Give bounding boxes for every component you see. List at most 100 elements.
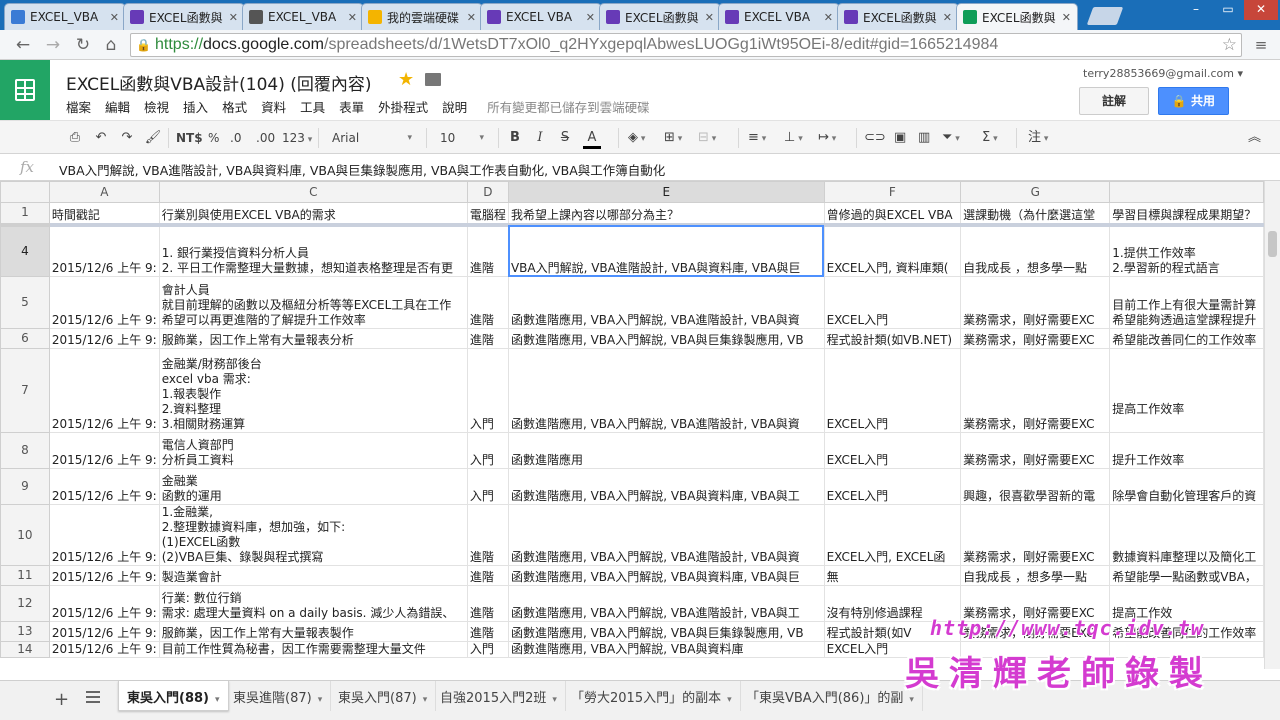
cell[interactable]: 2015/12/6 上午 9: — [48, 565, 160, 586]
browser-tab[interactable]: EXCEL函數與 ✕ — [956, 3, 1078, 30]
sheet-table[interactable]: A C D E F G 1 時間戳記 行業別與使用EXCEL VBA的需求 電腦程 我希… — [0, 181, 1264, 658]
row-number[interactable]: 11 — [0, 565, 50, 586]
cell[interactable]: 電腦程 — [466, 202, 509, 227]
cell[interactable]: 興趣，很喜歡學習新的電 — [960, 468, 1111, 505]
sheet-tab[interactable]: 東吳入門(88) ▾ — [118, 681, 229, 711]
cell[interactable]: 程式設計類(如VB.NET) — [823, 328, 962, 349]
cell[interactable]: 業務需求，剛好需要EXC — [960, 504, 1111, 566]
row-number[interactable]: 13 — [0, 621, 50, 642]
row-number[interactable]: 6 — [0, 328, 50, 349]
sheet-tab-menu-icon[interactable]: ▾ — [552, 695, 557, 705]
font-family-dropdown[interactable]: Arial ▾ — [332, 129, 416, 147]
cell[interactable]: 2015/12/6 上午 9: — [48, 641, 160, 658]
strikethrough-button[interactable]: S — [558, 129, 572, 147]
close-tab-icon[interactable]: ✕ — [586, 11, 595, 24]
cell[interactable]: 行業別與使用EXCEL VBA的需求 — [158, 202, 468, 227]
cell[interactable]: 入門 — [466, 432, 509, 469]
row-number[interactable]: 4 — [0, 224, 50, 277]
column-header-d[interactable]: D — [466, 181, 509, 203]
close-tab-icon[interactable]: ✕ — [824, 11, 833, 24]
table-row[interactable]: 7 2015/12/6 上午 9: 金融業/財務部後台 excel vba 需求: … — [0, 348, 1264, 433]
cell[interactable]: 電信人資部門 分析員工資料 — [158, 432, 468, 469]
browser-tab[interactable]: EXCEL_VBA ✕ — [242, 3, 364, 30]
close-window-icon[interactable]: ✕ — [1244, 0, 1278, 20]
browser-tab[interactable]: EXCEL函數與 ✕ — [837, 3, 959, 30]
table-row[interactable]: 9 2015/12/6 上午 9: 金融業 函數的運用 入門 函數進階應用, VBA入門… — [0, 468, 1264, 505]
column-header-e[interactable]: E — [507, 181, 825, 203]
cell[interactable]: 服飾業，因工作上常有大量報表分析 — [158, 328, 468, 349]
cell[interactable]: 2015/12/6 上午 9: — [48, 468, 160, 505]
cell[interactable]: 函數進階應用, VBA入門解說, VBA與資料庫 — [507, 641, 825, 658]
cell[interactable]: 進階 — [466, 224, 509, 277]
cell[interactable]: 1. 銀行業授信資料分析人員 2. 平日工作需整理大量數據，想知道表格整理是否有… — [158, 224, 468, 277]
filter-icon[interactable]: ⏷ — [942, 129, 960, 147]
close-tab-icon[interactable]: ✕ — [1062, 11, 1071, 24]
table-row[interactable]: 4 2015/12/6 上午 9: 1. 銀行業授信資料分析人員 2. 平日工作需整… — [0, 224, 1264, 277]
currency-format-button[interactable]: NT$ — [176, 129, 203, 147]
align-vertical-icon[interactable]: ⊥ — [784, 129, 803, 147]
menu-tools[interactable]: 工具 — [300, 97, 325, 116]
cell[interactable]: 2015/12/6 上午 9: — [48, 276, 160, 329]
sheet-tab[interactable]: 「勞大2015入門」的副本 ▾ — [563, 681, 741, 711]
cell[interactable]: 希望能改善同仁的工作效率 — [1109, 328, 1264, 349]
row-number[interactable]: 12 — [0, 585, 50, 622]
cell[interactable]: 目前工作上有很大量需計算 希望能夠透過這堂課程提升 — [1109, 276, 1264, 329]
borders-icon[interactable]: ⊞ — [664, 129, 682, 147]
font-size-dropdown[interactable]: 10 ▾ — [440, 129, 488, 147]
vertical-scrollbar[interactable] — [1264, 181, 1280, 669]
cell[interactable]: 1.提供工作效率 2.學習新的程式語言 — [1109, 224, 1264, 277]
menu-insert[interactable]: 插入 — [183, 97, 208, 116]
cell[interactable]: 服飾業，因工作上常有大量報表製作 — [158, 621, 468, 642]
browser-tab[interactable]: 我的雲端硬碟 ✕ — [361, 3, 483, 30]
cell[interactable]: 自我成長 ，想多學一點 — [960, 565, 1111, 586]
row-number[interactable]: 8 — [0, 432, 50, 469]
menu-file[interactable]: 檔案 — [66, 97, 91, 116]
cell[interactable]: EXCEL入門 — [823, 468, 962, 505]
sheet-tab-menu-icon[interactable]: ▾ — [909, 695, 914, 705]
sheets-logo-icon[interactable] — [0, 60, 50, 120]
cell[interactable]: 無 — [823, 565, 962, 586]
close-tab-icon[interactable]: ✕ — [705, 11, 714, 24]
column-header-c[interactable]: C — [158, 181, 468, 203]
row-number[interactable]: 10 — [0, 504, 50, 566]
table-row[interactable]: 6 2015/12/6 上午 9: 服飾業，因工作上常有大量報表分析 進階 函數進階應用… — [0, 328, 1264, 349]
insert-chart-icon[interactable]: ▥ — [918, 129, 930, 147]
maximize-icon[interactable]: ▭ — [1212, 0, 1244, 20]
cell[interactable]: 曾修過的與EXCEL VBA — [823, 202, 962, 227]
menu-view[interactable]: 檢視 — [144, 97, 169, 116]
percent-format-button[interactable]: % — [208, 129, 219, 147]
chrome-menu-icon[interactable]: ≡ — [1250, 34, 1272, 56]
browser-tab[interactable]: EXCEL_VBA ✕ — [4, 3, 126, 30]
cell[interactable]: EXCEL入門 — [823, 432, 962, 469]
cell[interactable]: 數據資料庫整理以及簡化工 — [1109, 504, 1264, 566]
table-row[interactable]: 5 2015/12/6 上午 9: 會計人員 就目前理解的函數以及樞紐分析等等EXC… — [0, 276, 1264, 329]
cell[interactable]: 入門 — [466, 641, 509, 658]
close-tab-icon[interactable]: ✕ — [229, 11, 238, 24]
cell[interactable]: 自我成長 ，想多學一點 — [960, 224, 1111, 277]
menu-edit[interactable]: 編輯 — [105, 97, 130, 116]
sheet-tab-menu-icon[interactable]: ▾ — [423, 695, 428, 705]
cell[interactable]: 學習目標與課程成果期望？ — [1109, 202, 1264, 227]
cell[interactable]: 進階 — [466, 328, 509, 349]
bookmark-star-icon[interactable]: ☆ — [1222, 35, 1237, 55]
select-all-corner[interactable] — [0, 181, 50, 203]
cell[interactable]: 2015/12/6 上午 9: — [48, 348, 160, 433]
functions-button[interactable]: Σ — [982, 129, 998, 147]
cell[interactable]: 業務需求，剛好需要EXC — [960, 276, 1111, 329]
merge-cells-icon[interactable]: ⊟ — [698, 129, 716, 147]
cell[interactable]: EXCEL入門 — [823, 348, 962, 433]
cell[interactable]: 進階 — [466, 621, 509, 642]
column-header-g[interactable]: G — [960, 181, 1111, 203]
browser-tab[interactable]: EXCEL VBA ✕ — [480, 3, 602, 30]
menu-data[interactable]: 資料 — [261, 97, 286, 116]
cell[interactable]: 製造業會計 — [158, 565, 468, 586]
document-title[interactable]: EXCEL函數與VBA設計(104) (回覆內容) — [66, 70, 372, 95]
cell[interactable]: 2015/12/6 上午 9: — [48, 328, 160, 349]
cell[interactable]: 我希望上課內容以哪部分為主？ — [507, 202, 825, 227]
spreadsheet-grid[interactable]: A C D E F G 1 時間戳記 行業別與使用EXCEL VBA的需求 電腦程 我希… — [0, 181, 1264, 669]
paint-format-icon[interactable]: 🖌 — [144, 129, 162, 147]
formula-bar[interactable]: fx VBA入門解說, VBA進階設計, VBA與資料庫, VBA與巨集錄製應用… — [0, 154, 1280, 181]
undo-icon[interactable]: ↶ — [92, 129, 110, 147]
menu-help[interactable]: 說明 — [442, 97, 467, 116]
increase-decimal-button[interactable]: .00 — [256, 129, 275, 147]
